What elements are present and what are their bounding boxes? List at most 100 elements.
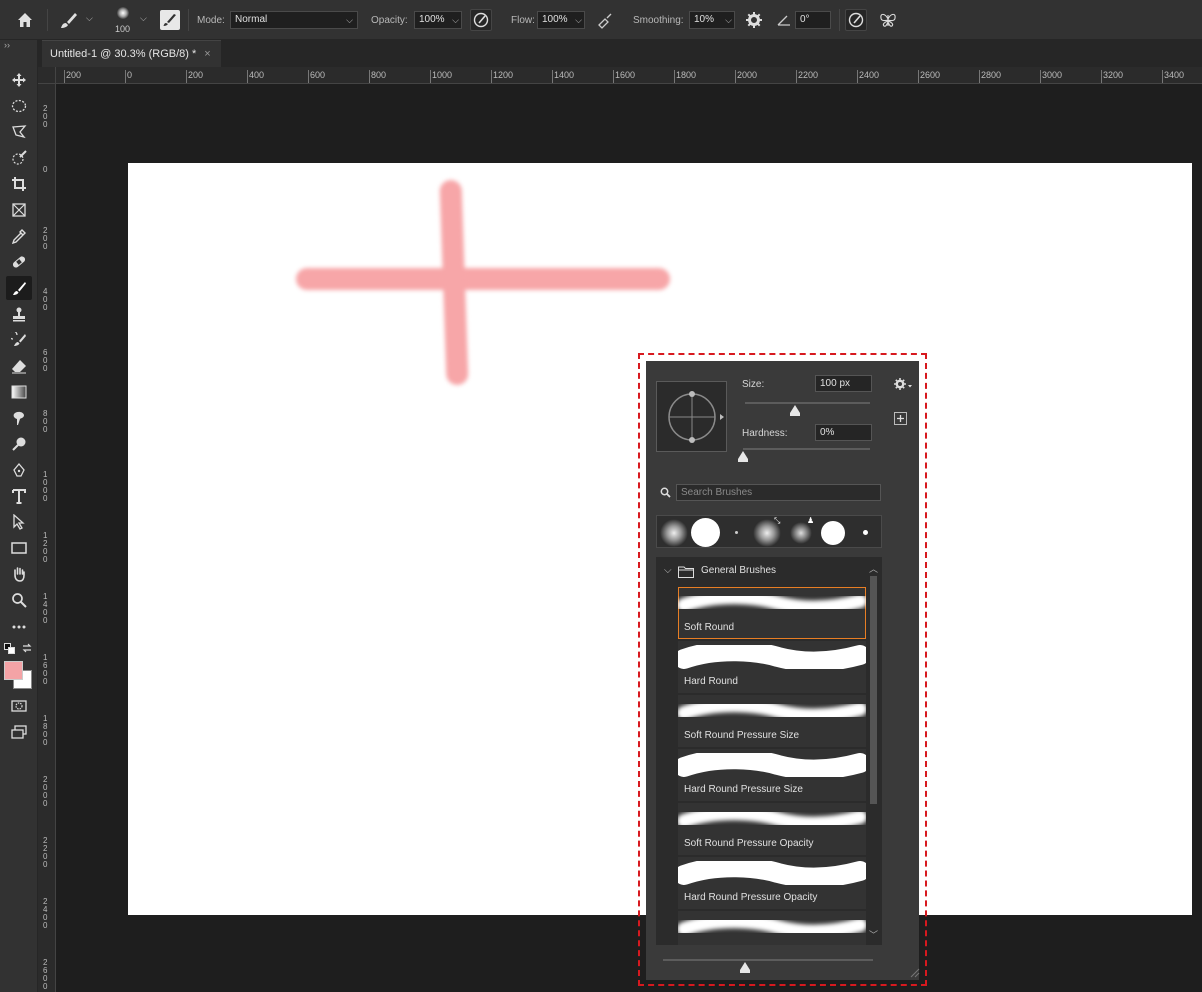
panel-collapse-button[interactable]: ›› xyxy=(4,40,10,50)
hand-tool[interactable] xyxy=(6,562,32,586)
foreground-color-swatch[interactable] xyxy=(4,661,23,680)
brush-preset-item[interactable]: Hard Round xyxy=(678,641,866,693)
brush-preset-name: Hard Round Pressure Opacity xyxy=(684,892,818,903)
crop-tool[interactable] xyxy=(6,172,32,196)
quick-mask-button[interactable] xyxy=(6,694,32,718)
brush-preset-item[interactable]: Soft Round Pressure Opacity xyxy=(678,803,866,855)
chevron-up-icon[interactable]: ︿ xyxy=(869,562,878,575)
eyedropper-tool[interactable] xyxy=(6,224,32,248)
edit-toolbar-button[interactable] xyxy=(6,614,32,638)
frame-tool[interactable] xyxy=(6,198,32,222)
horizontal-ruler[interactable]: 200 0 200 400 600 800 1000 1200 1400 1600 1800 2000… xyxy=(56,67,1202,84)
angle-field[interactable]: 0° xyxy=(795,11,831,29)
path-selection-tool[interactable] xyxy=(6,510,32,534)
recent-brush-soft-large[interactable] xyxy=(660,519,688,547)
swap-colors-icon[interactable] xyxy=(21,642,33,654)
screen-mode-button[interactable] xyxy=(6,720,32,744)
brush-list-scrollbar[interactable]: ︿ ﹀ xyxy=(868,564,878,944)
frame-icon xyxy=(12,203,26,217)
brush-settings-menu-button[interactable] xyxy=(893,376,913,392)
clone-stamp-tool[interactable] xyxy=(6,302,32,326)
brush-preset-item[interactable]: Hard Round Pressure Opacity xyxy=(678,857,866,909)
smoothing-label: Smoothing: xyxy=(633,15,684,26)
hardness-slider[interactable] xyxy=(743,448,870,450)
document-tab[interactable]: Untitled-1 @ 30.3% (RGB/8) * × xyxy=(42,40,221,67)
healing-brush-tool[interactable] xyxy=(6,250,32,274)
opacity-field[interactable]: 100% ⌵ xyxy=(414,11,462,29)
eraser-tool[interactable] xyxy=(6,354,32,378)
smudge-tool[interactable] xyxy=(6,406,32,430)
chevron-down-icon[interactable]: ⌵ xyxy=(664,557,672,585)
size-slider-thumb[interactable] xyxy=(790,405,800,416)
brush-preset-item[interactable]: Soft Round Pressure Size xyxy=(678,695,866,747)
ruler-tick xyxy=(369,70,370,83)
scrollbar-thumb[interactable] xyxy=(870,576,877,804)
brush-stroke-preview xyxy=(678,861,866,885)
default-colors-icon[interactable] xyxy=(4,643,16,655)
rectangle-icon xyxy=(11,542,27,554)
zoom-tool[interactable] xyxy=(6,588,32,612)
airbrush-button[interactable] xyxy=(594,9,616,31)
brush-preset-item[interactable] xyxy=(678,911,866,945)
pressure-opacity-button[interactable] xyxy=(470,9,492,31)
history-brush-icon xyxy=(11,332,26,346)
smoothing-field[interactable]: 10% ⌵ xyxy=(689,11,735,29)
hardness-field[interactable]: 0% xyxy=(815,424,872,441)
symmetry-button[interactable] xyxy=(877,9,899,31)
ruler-label: 3400 xyxy=(1164,70,1185,80)
polygonal-lasso-tool[interactable] xyxy=(6,120,32,144)
brush-angle-preview[interactable] xyxy=(656,381,727,452)
brush-preset-item[interactable]: Hard Round Pressure Size xyxy=(678,749,866,801)
size-field[interactable]: 100 px xyxy=(815,375,872,392)
dodge-tool[interactable] xyxy=(6,432,32,456)
pressure-size-button[interactable] xyxy=(845,9,867,31)
rectangle-tool[interactable] xyxy=(6,536,32,560)
close-tab-icon[interactable]: × xyxy=(204,48,210,60)
toggle-brush-settings-button[interactable] xyxy=(160,10,180,30)
vertical-ruler[interactable]: 200 0 200 400 600 800 1000 1200 1400 1600 1800 2000… xyxy=(38,84,56,992)
separator xyxy=(839,9,840,31)
chevron-down-icon[interactable]: ﹀ xyxy=(869,928,878,941)
brush-stroke-preview xyxy=(678,915,866,939)
home-button[interactable] xyxy=(14,9,38,31)
tools-panel: ›› xyxy=(0,40,38,992)
mode-select[interactable]: Normal ⌵ xyxy=(230,11,358,29)
eraser-icon xyxy=(12,360,26,374)
elliptical-marquee-tool[interactable] xyxy=(6,94,32,118)
search-brushes-input[interactable]: Search Brushes xyxy=(676,484,881,501)
recent-brush-hard-small[interactable] xyxy=(863,530,868,535)
recent-brush-hard-medium[interactable] xyxy=(821,521,845,545)
size-slider[interactable] xyxy=(745,402,870,404)
recent-brush-hard-tiny[interactable] xyxy=(735,531,738,534)
quick-selection-tool[interactable] xyxy=(6,146,32,170)
brush-preview-size-thumb[interactable] xyxy=(740,962,750,973)
arrow-pointer-icon xyxy=(13,514,25,530)
recent-brush-hard-large[interactable] xyxy=(691,518,720,547)
hardness-slider-thumb[interactable] xyxy=(738,451,748,462)
pen-tool[interactable] xyxy=(6,458,32,482)
brush-tool[interactable] xyxy=(6,276,32,300)
smoothing-options-button[interactable] xyxy=(743,9,765,31)
history-brush-tool[interactable] xyxy=(6,328,32,352)
gradient-icon xyxy=(11,385,27,399)
tool-preset-picker[interactable]: ⌵ xyxy=(56,9,96,31)
separator xyxy=(47,9,48,31)
type-tool[interactable] xyxy=(6,484,32,508)
move-icon xyxy=(12,73,26,87)
new-brush-preset-button[interactable] xyxy=(894,412,907,425)
brush-group-header[interactable]: ⌵ General Brushes xyxy=(656,557,866,585)
ruler-origin[interactable] xyxy=(38,67,56,84)
gradient-tool[interactable] xyxy=(6,380,32,404)
resize-grip-icon[interactable] xyxy=(908,966,920,978)
brush-preset-item[interactable]: Soft Round xyxy=(678,587,866,639)
size-value: 100 px xyxy=(820,378,851,389)
brush-preview-size-slider[interactable] xyxy=(663,959,873,961)
brush-preset-picker[interactable]: 100 ⌵ xyxy=(110,4,152,36)
dodge-icon xyxy=(12,437,26,451)
ruler-tick xyxy=(430,70,431,83)
flow-field[interactable]: 100% ⌵ xyxy=(537,11,585,29)
move-tool[interactable] xyxy=(6,68,32,92)
brush-preset-name: Soft Round Pressure Opacity xyxy=(684,838,814,849)
lasso-icon xyxy=(12,125,27,139)
recent-brush-soft-medium[interactable] xyxy=(790,522,812,544)
